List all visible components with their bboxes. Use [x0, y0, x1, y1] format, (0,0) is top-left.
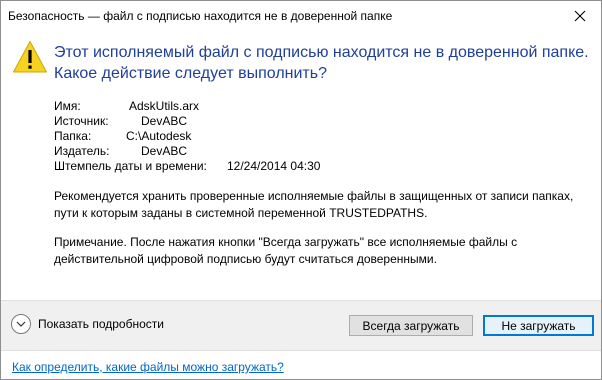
warning-icon — [13, 41, 47, 73]
note-text: Примечание. После нажатия кнопки "Всегда… — [54, 235, 518, 266]
timestamp-value: 12/24/2014 04:30 — [227, 159, 321, 173]
name-label: Имя: — [54, 99, 81, 113]
folder-label: Папка: — [54, 129, 92, 143]
window-title: Безопасность — файл с подписью находится… — [8, 9, 393, 23]
folder-value: C:\Autodesk — [126, 129, 192, 143]
close-icon — [574, 10, 586, 22]
recommendation-text: Рекомендуется хранить проверенные исполн… — [54, 189, 574, 220]
title-bar: Безопасность — файл с подписью находится… — [1, 1, 601, 31]
publisher-label: Издатель: — [54, 144, 110, 158]
always-load-button[interactable]: Всегда загружать — [349, 315, 473, 336]
close-button[interactable] — [569, 5, 591, 27]
show-details-toggle[interactable]: Показать подробности — [11, 314, 164, 334]
footer-bar: Показать подробности Всегда загружать Не… — [1, 300, 601, 351]
do-not-load-button[interactable]: Не загружать — [483, 315, 594, 336]
source-label: Источник: — [54, 114, 109, 128]
timestamp-label: Штемпель даты и времени: — [54, 159, 207, 173]
name-value: AdskUtils.arx — [129, 99, 200, 113]
publisher-value: DevABC — [141, 144, 188, 158]
chevron-down-icon — [11, 314, 31, 334]
security-dialog: Безопасность — файл с подписью находится… — [0, 0, 602, 380]
show-details-label: Показать подробности — [38, 317, 164, 331]
source-value: DevABC — [141, 114, 188, 128]
dialog-heading: Этот исполняемый файл с подписью находит… — [54, 44, 589, 82]
help-link[interactable]: Как определить, какие файлы можно загруж… — [12, 360, 284, 374]
